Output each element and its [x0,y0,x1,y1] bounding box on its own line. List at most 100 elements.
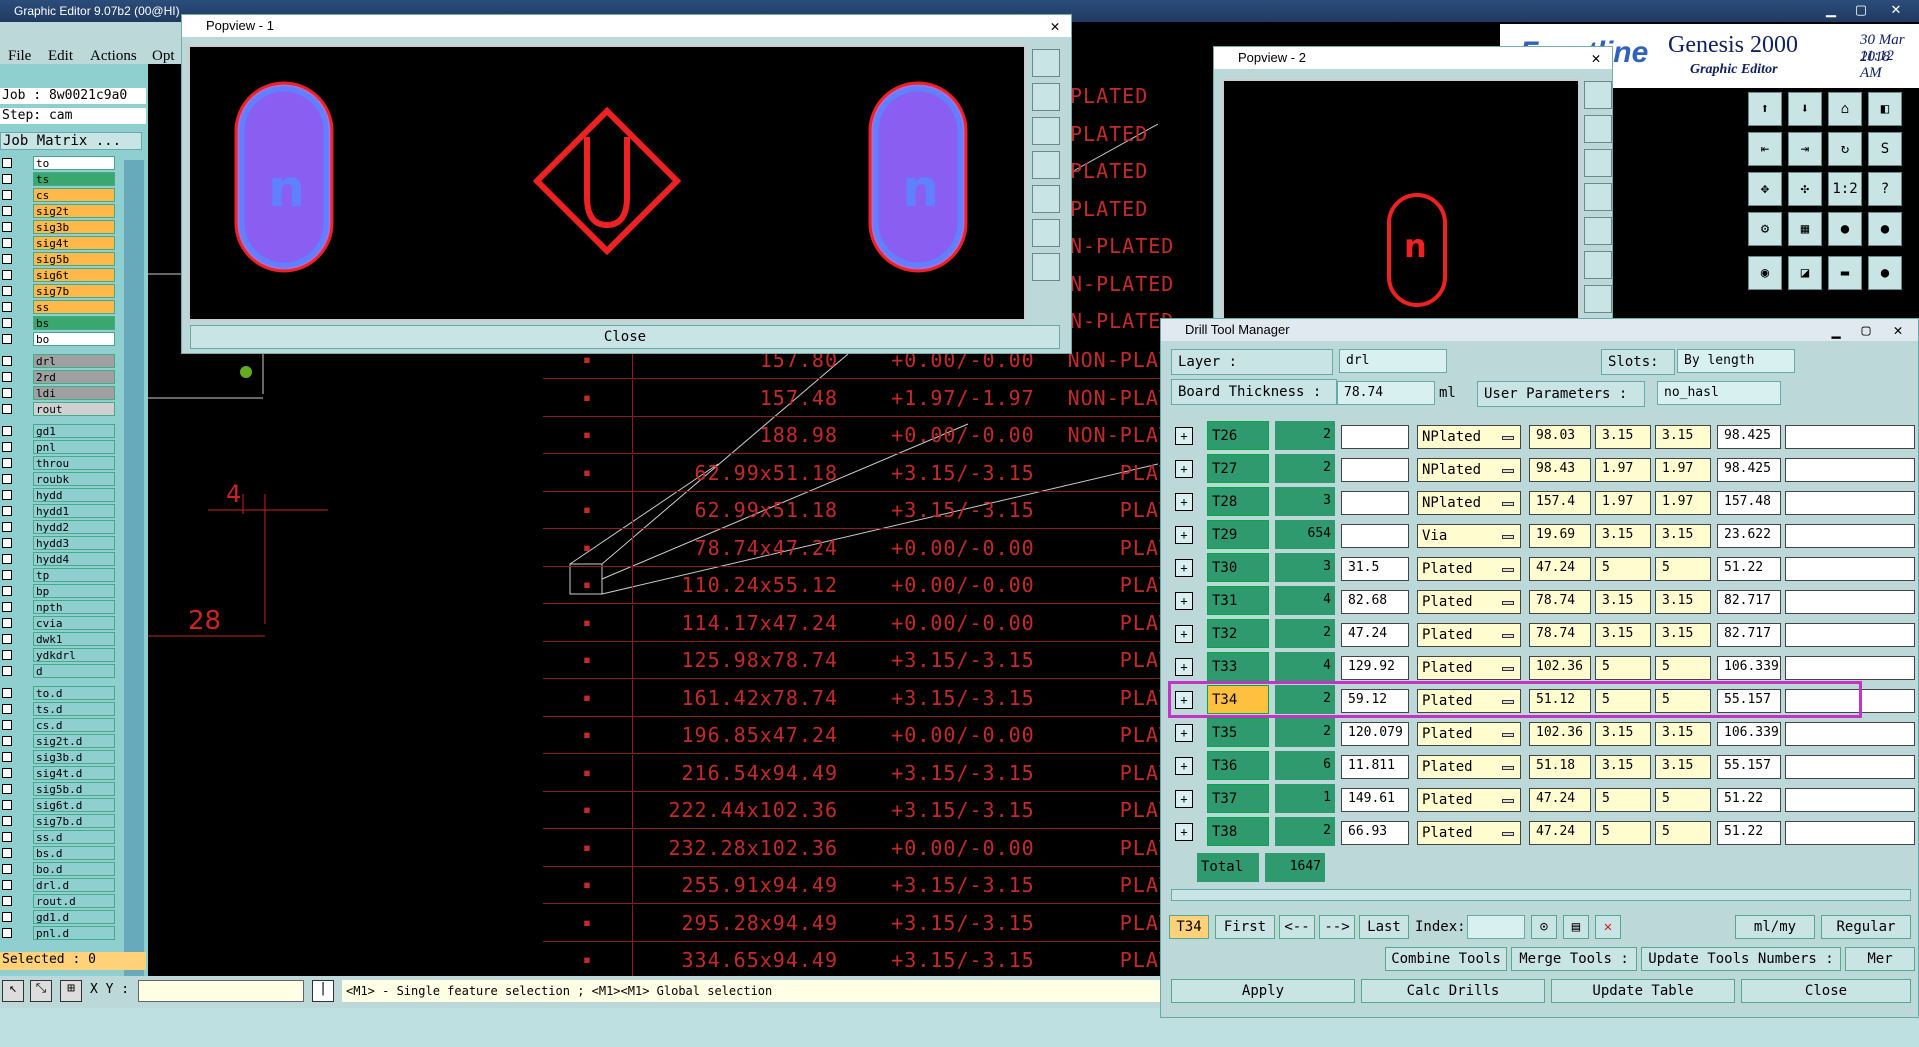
layer-row[interactable]: ydkdrl [0,648,120,663]
dtm-maximize-icon[interactable]: ▢ [1854,319,1878,341]
layer-checkbox[interactable] [2,490,12,500]
extra-input[interactable] [1785,590,1915,614]
symbol-size-input[interactable]: 157.48 [1717,491,1781,515]
measure-tool-icon[interactable]: ⤡ [30,980,52,1002]
layer-row[interactable]: ss.d [0,830,120,845]
layer-name[interactable]: bp [33,584,115,598]
layer-name[interactable]: gd1.d [33,910,115,924]
slots-dropdown[interactable]: By length [1677,349,1795,373]
finish-size-input[interactable] [1341,425,1409,449]
type-dropdown[interactable]: NPlated [1417,491,1521,515]
layer-checkbox[interactable] [2,554,12,564]
layer-name[interactable]: sig7b [33,284,115,298]
extra-input[interactable] [1785,524,1915,548]
menu-file[interactable]: File [8,48,31,65]
tool-icon-20[interactable]: ● [1868,256,1902,290]
delete-icon[interactable]: ✕ [1595,915,1621,939]
layer-row[interactable]: ldi [0,386,120,401]
popview-1-close-button[interactable]: Close [190,325,1060,349]
type-dropdown[interactable]: Plated [1417,590,1521,614]
expand-icon[interactable]: + [1175,460,1193,478]
layer-name[interactable]: bo.d [33,862,115,876]
tol-plus-input[interactable]: 5 [1595,821,1651,845]
tol-minus-input[interactable]: 3.15 [1655,590,1711,614]
tool-icon-10[interactable]: ✣ [1788,172,1822,206]
tool-number[interactable]: T38 [1207,817,1269,846]
expand-icon[interactable]: + [1175,757,1193,775]
layer-scrollbar[interactable] [124,160,144,980]
drill-size-input[interactable]: 98.43 [1529,458,1591,482]
symbol-size-input[interactable]: 98.425 [1717,425,1781,449]
tool-icon-6[interactable]: ⇥ [1788,132,1822,166]
drill-size-input[interactable]: 78.74 [1529,623,1591,647]
layer-checkbox[interactable] [2,736,12,746]
layer-row[interactable]: sig5b [0,252,120,267]
layer-name[interactable]: ldi [33,386,115,400]
layer-name[interactable]: sig2t.d [33,734,115,748]
finish-size-input[interactable]: 120.079 [1341,722,1409,746]
menu-edit[interactable]: Edit [48,48,73,65]
finish-size-input[interactable] [1341,524,1409,548]
close-button[interactable]: Close [1741,979,1911,1003]
layer-row[interactable]: ss [0,300,120,315]
layer-row[interactable]: pnl [0,440,120,455]
layer-name[interactable]: hydd3 [33,536,115,550]
combine-tools-button[interactable]: Combine Tools [1385,947,1507,971]
symbol-size-input[interactable]: 82.717 [1717,590,1781,614]
tol-minus-input[interactable]: 1.97 [1655,458,1711,482]
finish-size-input[interactable]: 82.68 [1341,590,1409,614]
window-zoom-icon[interactable] [1032,185,1060,213]
finish-size-input[interactable]: 31.5 [1341,557,1409,581]
layer-name[interactable]: pnl.d [33,926,115,940]
type-dropdown[interactable]: NPlated [1417,425,1521,449]
expand-icon[interactable]: + [1175,427,1193,445]
snap-icon[interactable]: | [312,980,334,1002]
layer-checkbox[interactable] [2,158,12,168]
layer-checkbox[interactable] [2,458,12,468]
layer-name[interactable]: drl.d [33,878,115,892]
update-tools-numbers-button[interactable]: Update Tools Numbers : [1641,947,1841,971]
layer-checkbox[interactable] [2,538,12,548]
layer-name[interactable]: ss.d [33,830,115,844]
horizontal-scrollbar[interactable] [1171,889,1911,901]
layer-row[interactable]: drl.d [0,878,120,893]
menu-options[interactable]: Opt [152,48,175,65]
tol-minus-input[interactable]: 3.15 [1655,425,1711,449]
extra-input[interactable] [1785,821,1915,845]
layer-checkbox[interactable] [2,404,12,414]
expand-icon[interactable]: + [1175,493,1193,511]
layer-checkbox[interactable] [2,388,12,398]
layer-name[interactable]: tp [33,568,115,582]
layer-checkbox[interactable] [2,506,12,516]
extra-input[interactable] [1785,425,1915,449]
p2-fit-icon[interactable] [1584,183,1612,211]
drill-size-input[interactable]: 47.24 [1529,788,1591,812]
extra-input[interactable] [1785,656,1915,680]
drill-size-input[interactable]: 102.36 [1529,722,1591,746]
expand-icon[interactable]: + [1175,790,1193,808]
layer-checkbox[interactable] [2,800,12,810]
extra-input[interactable] [1785,557,1915,581]
tool-icon-4[interactable]: ◧ [1868,92,1902,126]
layer-checkbox[interactable] [2,634,12,644]
symbol-size-input[interactable]: 51.22 [1717,788,1781,812]
layer-row[interactable]: sig6t [0,268,120,283]
maximize-button[interactable]: ▢ [1850,1,1872,19]
layer-row[interactable]: gd1.d [0,910,120,925]
tol-plus-input[interactable]: 3.15 [1595,755,1651,779]
type-dropdown[interactable]: NPlated [1417,458,1521,482]
tol-plus-input[interactable]: 3.15 [1595,425,1651,449]
finish-size-input[interactable]: 66.93 [1341,821,1409,845]
layer-row[interactable]: hydd2 [0,520,120,535]
tool-icon-17[interactable]: ◉ [1748,256,1782,290]
finish-size-input[interactable]: 11.811 [1341,755,1409,779]
layer-row[interactable]: pnl.d [0,926,120,941]
extra-input[interactable] [1785,755,1915,779]
layer-name[interactable]: npth [33,600,115,614]
layer-checkbox[interactable] [2,442,12,452]
fit-icon[interactable] [1032,151,1060,179]
layer-checkbox[interactable] [2,318,12,328]
layer-row[interactable]: ts.d [0,702,120,717]
layer-checkbox[interactable] [2,356,12,366]
layer-checkbox[interactable] [2,474,12,484]
